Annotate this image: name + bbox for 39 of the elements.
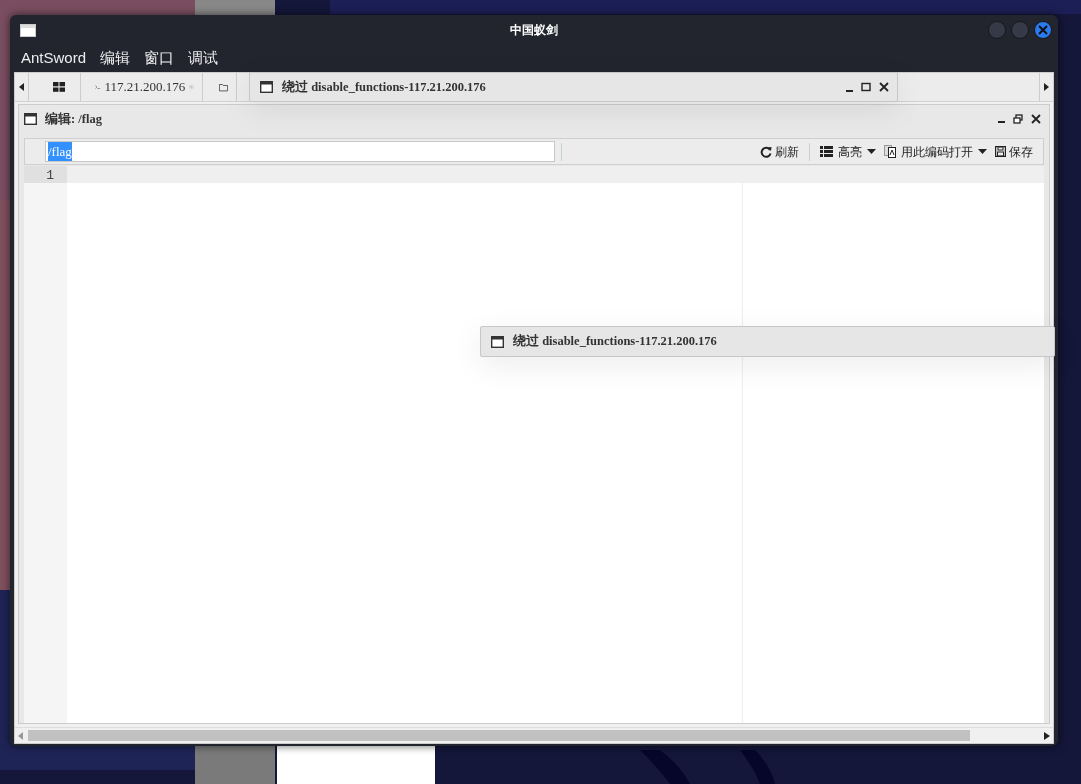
toolbar-button[interactable]: 用此编码打开 [880, 142, 991, 161]
maximize-icon[interactable] [861, 82, 871, 92]
grid-icon [52, 82, 65, 92]
floating-window[interactable]: 绕过 disable_functions-117.21.200.176 [480, 326, 1055, 357]
window-icon [24, 113, 37, 125]
list-icon [820, 146, 833, 157]
caret-icon [19, 83, 24, 91]
window-icon [20, 23, 36, 37]
window-icon [260, 81, 273, 93]
window-title: 绕过 disable_functions-117.21.200.176 [282, 78, 486, 96]
minimize-icon[interactable] [846, 89, 853, 92]
refresh-icon [760, 145, 772, 158]
menu-item[interactable]: AntSword [14, 47, 94, 70]
line-number: 1 [24, 166, 67, 183]
editor-title: 编辑: /flag [45, 110, 102, 128]
floating-window[interactable]: 绕过 disable_functions-117.21.200.176 [249, 72, 898, 102]
terminal-icon [95, 82, 101, 92]
save-icon [995, 146, 1006, 157]
caret-icon [1044, 83, 1049, 91]
minimize-icon [998, 121, 1005, 123]
menu-item[interactable]: 窗口 [137, 47, 182, 70]
close-button[interactable] [1029, 114, 1043, 124]
toolbar-button[interactable]: 保存 [991, 142, 1037, 161]
window-title: 绕过 disable_functions-117.21.200.176 [513, 333, 717, 351]
document-icon [884, 145, 896, 158]
window-title: 中国蚁剑 [510, 22, 558, 39]
restore-icon [1013, 114, 1023, 124]
folder-icon [219, 81, 228, 93]
restore-button[interactable] [1011, 114, 1025, 124]
close-icon [1038, 25, 1048, 35]
menu-item[interactable]: 编辑 [93, 47, 138, 70]
close-icon[interactable] [879, 82, 889, 92]
scroll-right-icon[interactable] [1044, 731, 1050, 740]
toolbar-button[interactable]: 高亮 [816, 142, 880, 161]
scrollbar-thumb[interactable] [28, 730, 970, 741]
window-icon [491, 335, 504, 348]
close-icon [1031, 114, 1041, 124]
menu-item[interactable]: 调试 [181, 47, 226, 70]
toolbar-button[interactable]: 刷新 [756, 142, 803, 161]
